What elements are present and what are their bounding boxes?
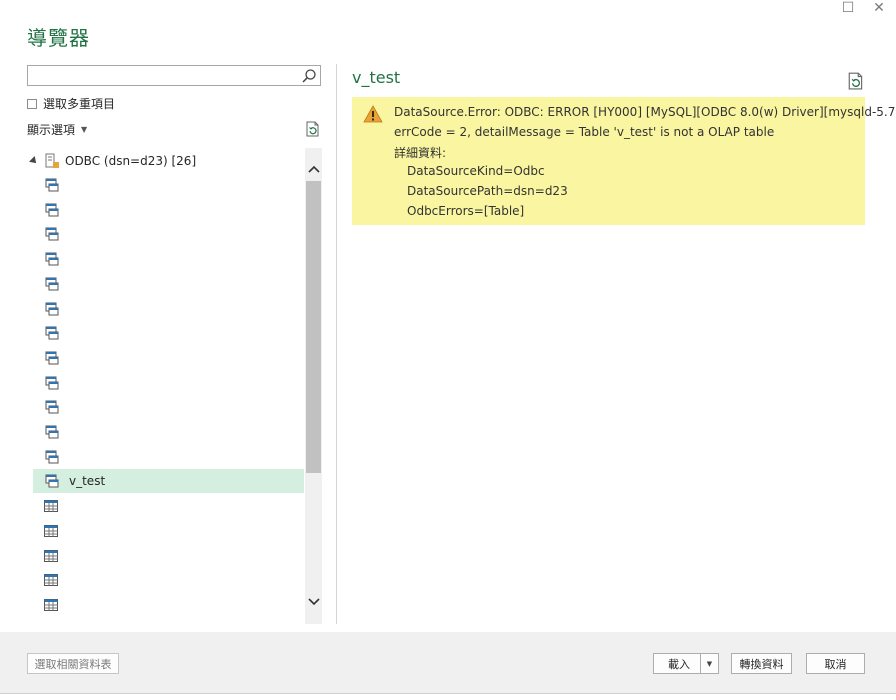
tree-item[interactable] [33,321,304,345]
view-icon [45,474,59,488]
select-related-tables-button[interactable]: 選取相關資料表 [27,653,119,674]
view-icon [45,178,59,192]
error-details-heading: 詳細資料: [394,146,447,160]
tree-item[interactable] [33,247,304,271]
panel-divider [336,64,337,624]
load-button[interactable]: 載入 ▼ [653,653,719,674]
maximize-button[interactable]: ☐ [840,0,856,16]
tree-item[interactable] [33,420,304,444]
close-button[interactable]: ✕ [871,0,887,16]
display-options-label: 顯示選項 [27,123,76,137]
tree-item[interactable] [33,198,304,222]
tree-item[interactable] [33,346,304,370]
tree-item[interactable] [33,618,304,624]
view-icon [45,425,59,439]
chevron-down-icon [307,597,320,605]
tree-item[interactable] [33,494,304,518]
preview-title: v_test [352,68,401,87]
error-line: DataSource.Error: ODBC: ERROR [HY000] [M… [394,105,896,119]
table-icon [44,549,58,562]
scroll-thumb[interactable] [306,181,321,473]
view-icon [45,302,59,315]
view-icon [45,400,59,414]
multi-select-row[interactable]: 選取多重項目 [27,95,115,112]
tree-item[interactable] [33,593,304,617]
tree-scrollbar[interactable] [305,148,322,624]
refresh-icon[interactable] [847,72,865,90]
scroll-down-button[interactable] [305,593,322,610]
view-icon [45,351,59,365]
table-icon [44,623,58,624]
caret-down-icon: ▼ [706,659,713,668]
tree-item[interactable] [33,519,304,543]
table-icon [44,574,58,587]
view-icon [45,203,59,217]
error-detail-line: DataSourceKind=Odbc [407,164,545,178]
view-icon [45,326,59,340]
tree-item-label: v_test [69,474,106,489]
table-icon [44,500,58,513]
view-icon [45,252,59,266]
table-icon [44,598,58,611]
footer-bar: 選取相關資料表 載入 ▼ 轉換資料 取消 [0,632,896,699]
tree-item[interactable] [33,568,304,592]
tree-item[interactable] [33,272,304,296]
navigator-tree: ODBC (dsn=d23) [26] v_test [27,148,305,624]
error-detail-line: OdbcErrors=[Table] [407,204,525,218]
window-title: 導覽器 [27,26,90,50]
scroll-up-button[interactable] [305,160,322,177]
display-options-dropdown[interactable]: 顯示選項 ▼ [27,121,87,138]
error-line: errCode = 2, detailMessage = Table 'v_te… [394,125,775,139]
tree-root-odbc[interactable]: ODBC (dsn=d23) [26] [29,151,197,171]
multi-select-checkbox[interactable] [27,98,37,109]
load-button-label: 載入 [668,657,690,671]
tree-item[interactable] [33,445,304,469]
tree-root-label: ODBC (dsn=d23) [26] [65,154,197,168]
chevron-up-icon [307,165,320,173]
transform-data-button[interactable]: 轉換資料 [731,653,792,674]
error-detail-line: DataSourcePath=dsn=d23 [407,184,568,198]
tree-item[interactable] [33,544,304,568]
search-input[interactable] [32,67,296,87]
table-icon [44,524,58,537]
view-icon [45,227,59,241]
tree-item[interactable] [33,297,304,321]
error-message-box: DataSource.Error: ODBC: ERROR [HY000] [M… [352,97,896,225]
database-icon [45,153,59,168]
multi-select-label: 選取多重項目 [43,97,116,111]
search-icon[interactable] [301,68,317,84]
refresh-icon[interactable] [305,121,321,137]
expand-triangle-icon[interactable] [29,156,39,166]
caret-down-icon: ▼ [81,125,88,134]
tree-item[interactable] [33,395,304,419]
view-icon [45,450,59,464]
search-box[interactable] [27,65,321,87]
cancel-button[interactable]: 取消 [806,653,865,674]
tree-item[interactable] [33,222,304,246]
tree-item[interactable]: v_test [33,469,304,494]
tree-item[interactable] [33,371,304,395]
view-icon [45,277,59,291]
tree-item[interactable] [33,173,304,197]
load-dropdown-button[interactable]: ▼ [700,654,718,673]
warning-icon [363,105,383,123]
view-icon [45,376,59,390]
